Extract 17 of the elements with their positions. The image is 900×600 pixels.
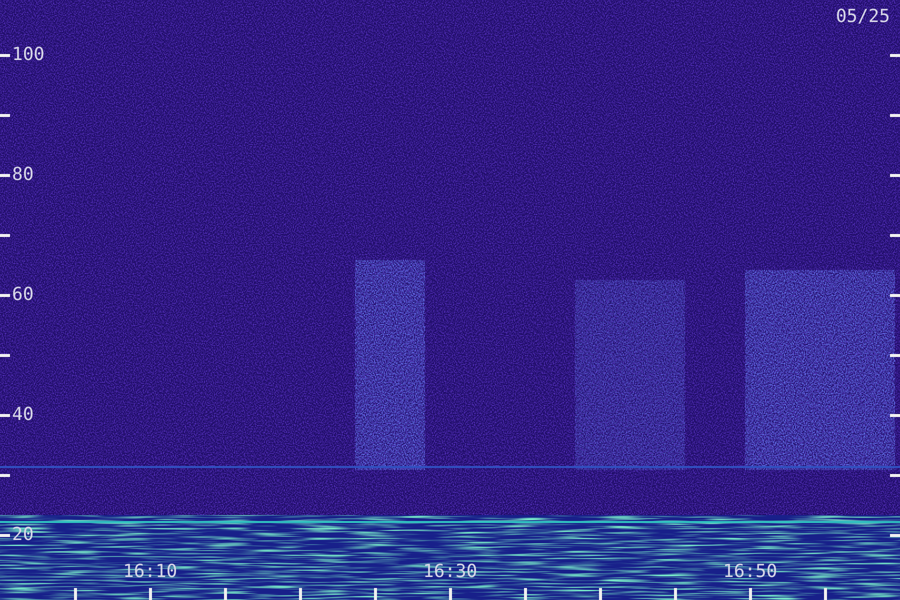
- date-label: 05/25: [836, 7, 890, 27]
- tick-mark: [374, 588, 377, 600]
- tick-mark: [599, 588, 602, 600]
- tick-mark: [449, 588, 452, 600]
- tick-mark: [824, 588, 827, 600]
- axis-label: 60: [12, 285, 34, 305]
- axis-label: 80: [12, 165, 34, 185]
- tick-mark: [524, 588, 527, 600]
- tick-mark: [749, 588, 752, 600]
- axis-label: 40: [12, 405, 34, 425]
- tick-mark: [74, 588, 77, 600]
- tick-mark: [224, 588, 227, 600]
- tick-mark: [674, 588, 677, 600]
- axis-label: 16:50: [723, 562, 778, 582]
- tick-mark: [299, 588, 302, 600]
- tick-mark: [149, 588, 152, 600]
- axis-label: 100: [12, 45, 45, 65]
